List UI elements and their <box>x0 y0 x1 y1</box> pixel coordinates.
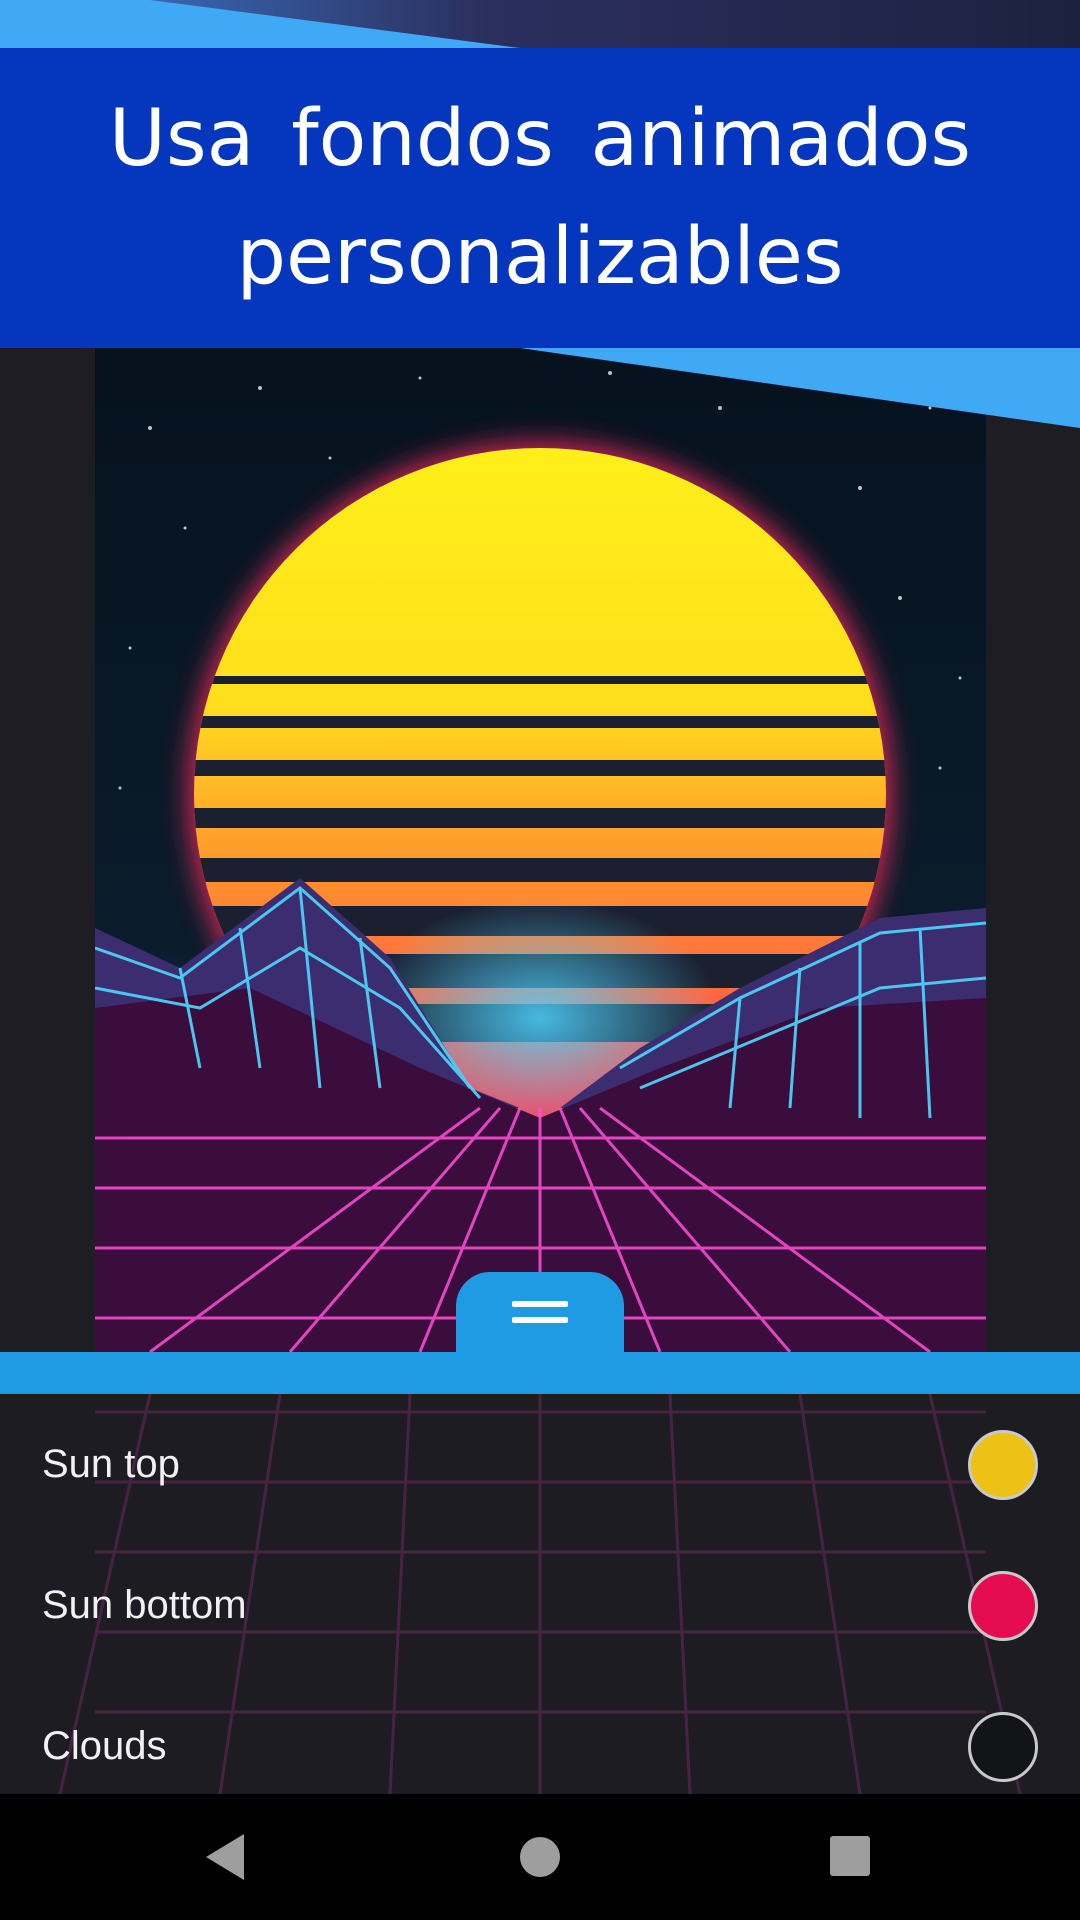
color-swatch-sun-top[interactable] <box>968 1429 1038 1500</box>
drag-handle-icon <box>512 1301 568 1323</box>
home-circle-icon[interactable] <box>507 1824 573 1890</box>
setting-label: Sun bottom <box>42 1583 247 1627</box>
back-triangle-icon[interactable] <box>192 1824 258 1890</box>
promo-title-line-1: Usa fondos animados <box>108 94 972 184</box>
synthwave-wallpaper-image <box>0 348 1080 1352</box>
setting-label: Sun top <box>42 1442 180 1486</box>
panel-drag-handle[interactable] <box>456 1272 624 1352</box>
setting-row-clouds[interactable]: Clouds <box>0 1676 1080 1794</box>
settings-panel-top-bar <box>0 1352 1080 1394</box>
setting-label: Clouds <box>42 1724 167 1768</box>
top-decor-strip <box>0 0 1080 50</box>
system-nav-bar <box>0 1794 1080 1920</box>
promo-title-line-2: personalizables <box>236 212 844 302</box>
promo-header-banner: Usa fondos animados personalizables <box>0 48 1080 348</box>
settings-panel: Sun top Sun bottom Clouds <box>0 1394 1080 1794</box>
setting-row-sun-top[interactable]: Sun top <box>0 1394 1080 1535</box>
setting-row-sun-bottom[interactable]: Sun bottom <box>0 1535 1080 1676</box>
recents-square-icon[interactable] <box>818 1824 884 1890</box>
wallpaper-preview[interactable] <box>0 348 1080 1352</box>
color-swatch-clouds[interactable] <box>968 1711 1038 1782</box>
color-swatch-sun-bottom[interactable] <box>968 1570 1038 1641</box>
